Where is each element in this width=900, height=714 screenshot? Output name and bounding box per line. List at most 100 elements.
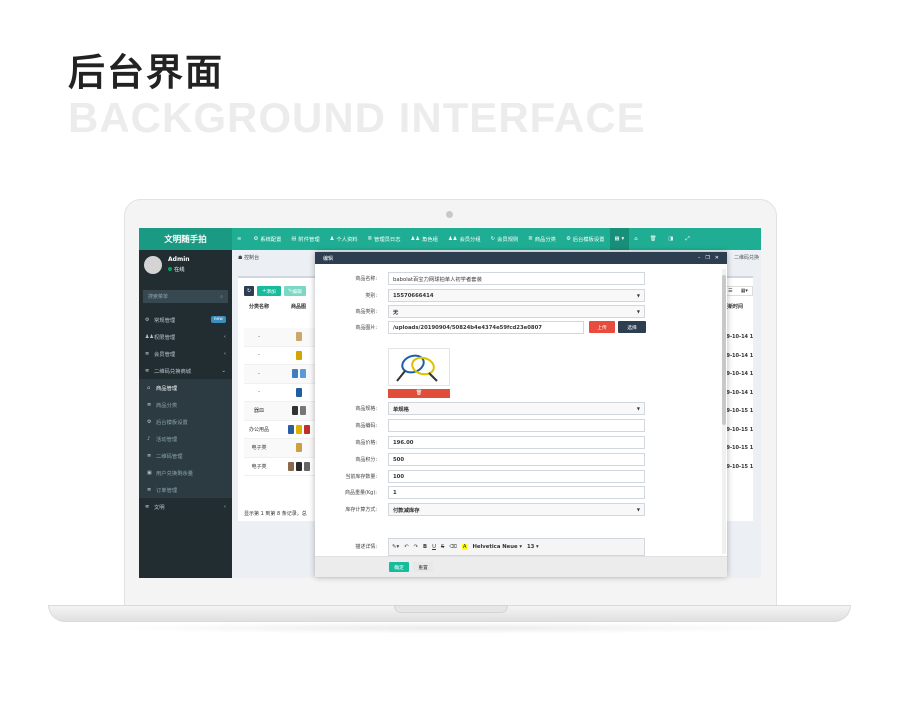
topnav-item[interactable]: ⌂ — [629, 228, 644, 250]
cell-date: 19-10-15 1 — [723, 426, 754, 433]
upload-button[interactable]: 上传 — [589, 321, 615, 333]
font-select[interactable]: Helvetica Neue ▾ — [472, 544, 522, 550]
field-select[interactable]: 付款减库存 ▼ — [388, 503, 645, 516]
form-row: 商品价格: 196.00 — [315, 436, 715, 449]
chevron-down-icon: ▼ — [636, 309, 640, 314]
table-row[interactable]: - — [244, 365, 323, 384]
field-label: 当前库存数量: — [345, 474, 377, 480]
edit-button[interactable]: ✎ 编辑 — [284, 286, 306, 296]
cell-category: - — [258, 370, 260, 377]
topnav-item[interactable]: ▤ 附件管理 — [286, 228, 324, 250]
table-row[interactable]: 器皿 — [244, 402, 323, 421]
sidebar-item[interactable]: ≣ 二维码管理 — [139, 447, 232, 464]
bold-icon[interactable]: B — [423, 544, 427, 550]
topnav-item[interactable]: ≣ 商品分类 — [523, 228, 561, 250]
sidebar-item[interactable]: ≣ 商品分类 — [139, 396, 232, 413]
sidebar-item[interactable]: ▣ 用户兑换剩余量 — [139, 464, 232, 481]
font-color-icon[interactable]: A — [461, 544, 468, 550]
sidebar-item[interactable]: ♟♟ 权限管理 ‹ — [139, 328, 232, 345]
close-icon[interactable]: ✕ — [715, 255, 719, 261]
topnav-item[interactable]: ♟♟ 角色组 — [406, 228, 443, 250]
ok-button[interactable]: 确定 — [389, 562, 409, 572]
table-row[interactable]: 电子类 — [244, 458, 323, 476]
topnav-item[interactable]: ⤢ — [680, 228, 696, 250]
field-value: /uploads/20190904/50824b4e4374e59fcd23e0… — [393, 324, 542, 331]
topnav-item[interactable]: ↻ 会员规则 — [486, 228, 524, 250]
topnav-item[interactable]: ◨ — [663, 228, 680, 250]
search-icon[interactable]: ⌕ — [220, 294, 223, 300]
form-row: 商品重量(Kg): 1 — [315, 486, 715, 499]
field-value: 无 — [393, 309, 399, 316]
field-text[interactable]: 500 — [388, 453, 645, 466]
sidebar-item[interactable]: ⚙ 常规管理 new — [139, 311, 232, 328]
delete-image-button[interactable]: 🗑 — [388, 389, 450, 398]
gear-icon: ⚙ — [145, 316, 150, 323]
field-text[interactable]: 100 — [388, 470, 645, 483]
field-text[interactable]: 1 — [388, 486, 645, 499]
topnav-item[interactable]: ⚙ 系统配置 — [248, 228, 286, 250]
sidebar-item-label: 文明 — [154, 504, 165, 511]
underline-icon[interactable]: U — [432, 544, 436, 550]
topnav-item[interactable]: ≣ 管理员日志 — [363, 228, 406, 250]
field-select[interactable]: 无 ▼ — [388, 305, 645, 318]
field-text[interactable]: babolat百宝力网球拍单人初学者套装 — [388, 272, 645, 285]
redo-icon[interactable]: ↷ — [414, 544, 418, 550]
topnav-item[interactable]: ♟ 个人资料 — [325, 228, 363, 250]
app-logo[interactable]: 文明随手拍 — [139, 228, 232, 250]
gear-icon: ⚙ — [253, 236, 259, 242]
magic-icon[interactable]: ✎▾ — [392, 544, 399, 550]
field-upload[interactable]: /uploads/20190904/50824b4e4374e59fcd23e0… — [388, 321, 584, 334]
columns-toggle[interactable]: ☰ ▦▾ — [723, 286, 753, 296]
scrollbar-thumb[interactable] — [722, 275, 726, 425]
table-row[interactable]: 办公用品 — [244, 421, 323, 439]
topnav-item[interactable]: ≡ — [232, 228, 248, 250]
eraser-icon[interactable]: ⌫ — [449, 544, 457, 550]
trash-icon: 🗑 — [649, 236, 657, 242]
field-text[interactable] — [388, 419, 645, 432]
field-select[interactable]: 15570666414 ▼ — [388, 289, 645, 302]
strike-icon[interactable]: S — [441, 544, 444, 550]
table-row[interactable]: - — [244, 384, 323, 402]
tab-right[interactable]: 二维码兑换 — [734, 254, 759, 261]
topnav-item[interactable]: ♟♟ 会员分组 — [443, 228, 486, 250]
field-label: 商品价格: — [355, 440, 377, 446]
topnav-item[interactable]: ⚙ 后台模板设置 — [561, 228, 610, 250]
maximize-icon[interactable]: ❐ — [705, 255, 709, 261]
refresh-button[interactable]: ↻ — [244, 286, 254, 296]
table-row[interactable]: 电子类 — [244, 439, 323, 458]
sidebar-item[interactable]: ≣ 文明 ‹ — [139, 498, 232, 515]
choose-button[interactable]: 选择 — [618, 321, 646, 333]
field-label: 库存计算方式: — [345, 507, 377, 513]
racket-image-icon — [396, 354, 438, 382]
table-footer: 显示第 1 到第 8 条记录，总 — [244, 511, 307, 517]
fullscreen-icon: ⤢ — [685, 235, 690, 242]
product-image — [287, 424, 294, 434]
sidebar-item[interactable]: ≣ 二维码兑换商城 ⌄ — [139, 362, 232, 379]
topnav-item[interactable]: ▦ ▾ — [609, 228, 630, 250]
minimize-icon[interactable]: – — [698, 255, 701, 261]
page-title: 后台界面 — [68, 51, 224, 94]
upload-label: 上传 — [597, 325, 607, 331]
table-row[interactable]: - — [244, 347, 323, 365]
modal-scrollbar[interactable] — [722, 269, 726, 554]
col-category[interactable]: 分类名称 — [244, 303, 274, 310]
topnav-item[interactable]: 🗑 — [645, 228, 664, 250]
reset-button[interactable]: 重置 — [413, 562, 433, 572]
avatar[interactable] — [144, 256, 162, 274]
sidebar-item[interactable]: ⚙ 后台模板设置 — [139, 413, 232, 430]
field-text[interactable]: 196.00 — [388, 436, 645, 449]
search-placeholder: 搜索菜单 — [148, 294, 169, 300]
field-select[interactable]: 单规格 ▼ — [388, 402, 645, 415]
undo-icon[interactable]: ↶ — [404, 544, 408, 550]
size-select[interactable]: 13 ▾ — [527, 544, 539, 550]
add-button[interactable]: + 添加 — [257, 286, 281, 296]
cell-category: 电子类 — [251, 463, 267, 470]
sidebar-item[interactable]: ≣ 订单管理 — [139, 481, 232, 498]
form-row: 库存计算方式: 付款减库存 ▼ — [315, 503, 715, 516]
sidebar-search[interactable]: 搜索菜单 ⌕ — [143, 290, 228, 303]
sidebar-item[interactable]: ♪ 活动管理 — [139, 430, 232, 447]
sidebar-item[interactable]: ⌂ 商品管理 — [139, 379, 232, 396]
updated-column: 19-10-14 1 19-10-14 1 19-10-14 1 19-10-14 1… — [723, 328, 761, 476]
table-row[interactable]: - — [244, 328, 323, 347]
sidebar-item[interactable]: ≣ 会员管理 ‹ — [139, 345, 232, 362]
